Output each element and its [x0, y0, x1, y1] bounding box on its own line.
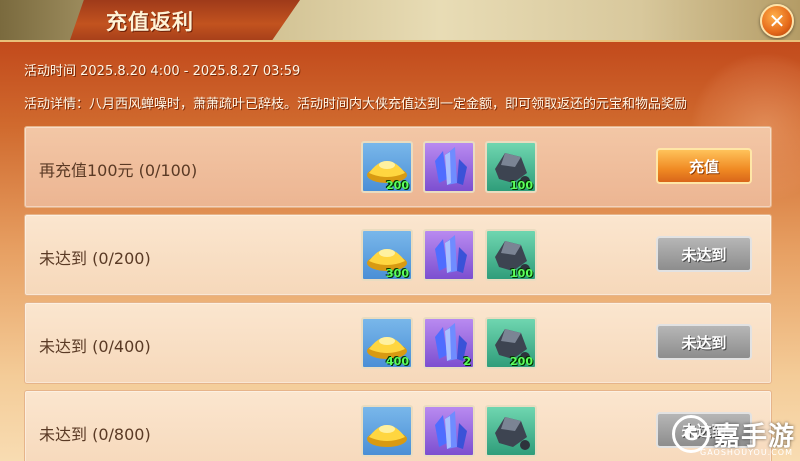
close-button[interactable]: ✕	[760, 4, 794, 38]
item-quantity: 2	[463, 355, 471, 368]
gold-ingot-icon[interactable]: 200	[361, 141, 413, 193]
blue-crystal-icon[interactable]	[423, 141, 475, 193]
item-quantity: 300	[386, 267, 409, 280]
reward-tier-label: 未达到 (0/800)	[39, 425, 151, 444]
item-quantity: 200	[386, 179, 409, 192]
watermark-url: GAOSHOUYOU.COM	[700, 448, 794, 457]
ore-stone-icon[interactable]	[485, 405, 537, 457]
item-quantity: 200	[510, 355, 533, 368]
reward-tier-label: 未达到 (0/200)	[39, 249, 151, 268]
close-icon: ✕	[768, 9, 786, 33]
blue-crystal-icon[interactable]	[423, 229, 475, 281]
reward-row: 未达到 (0/800) 未达到	[24, 390, 772, 461]
reward-row: 未达到 (0/400) 400 2 200 未达到	[24, 302, 772, 384]
gold-ingot-icon[interactable]: 300	[361, 229, 413, 281]
not-reached-button[interactable]: 未达到	[656, 236, 752, 272]
main-panel: 活动时间 2025.8.20 4:00 - 2025.8.27 03:59 活动…	[0, 40, 800, 461]
reward-tier-label: 再充值100元 (0/100)	[39, 161, 198, 180]
ore-stone-icon[interactable]: 100	[485, 229, 537, 281]
item-quantity: 100	[510, 267, 533, 280]
reward-list[interactable]: 再充值100元 (0/100) 200 100 充值 未达到 (0/200) 3…	[24, 126, 772, 461]
gold-ingot-icon[interactable]	[361, 405, 413, 457]
reward-tier-label: 未达到 (0/400)	[39, 337, 151, 356]
item-quantity: 100	[510, 179, 533, 192]
reward-row: 未达到 (0/200) 300 100 未达到	[24, 214, 772, 296]
gold-ingot-icon[interactable]: 400	[361, 317, 413, 369]
blue-crystal-icon[interactable]	[423, 405, 475, 457]
activity-details: 活动详情：八月西风蝉噪时，萧萧疏叶已辞枝。活动时间内大侠充值达到一定金额，即可领…	[24, 97, 688, 112]
not-reached-button[interactable]: 未达到	[656, 324, 752, 360]
reward-row: 再充值100元 (0/100) 200 100 充值	[24, 126, 772, 208]
activity-time: 活动时间 2025.8.20 4:00 - 2025.8.27 03:59	[24, 64, 301, 79]
watermark-text: 嘉手游	[714, 421, 796, 452]
ore-stone-icon[interactable]: 200	[485, 317, 537, 369]
window-title: 充值返利	[106, 10, 194, 34]
recharge-button[interactable]: 充值	[656, 148, 752, 184]
blue-crystal-icon[interactable]: 2	[423, 317, 475, 369]
ore-stone-icon[interactable]: 100	[485, 141, 537, 193]
item-quantity: 400	[386, 355, 409, 368]
